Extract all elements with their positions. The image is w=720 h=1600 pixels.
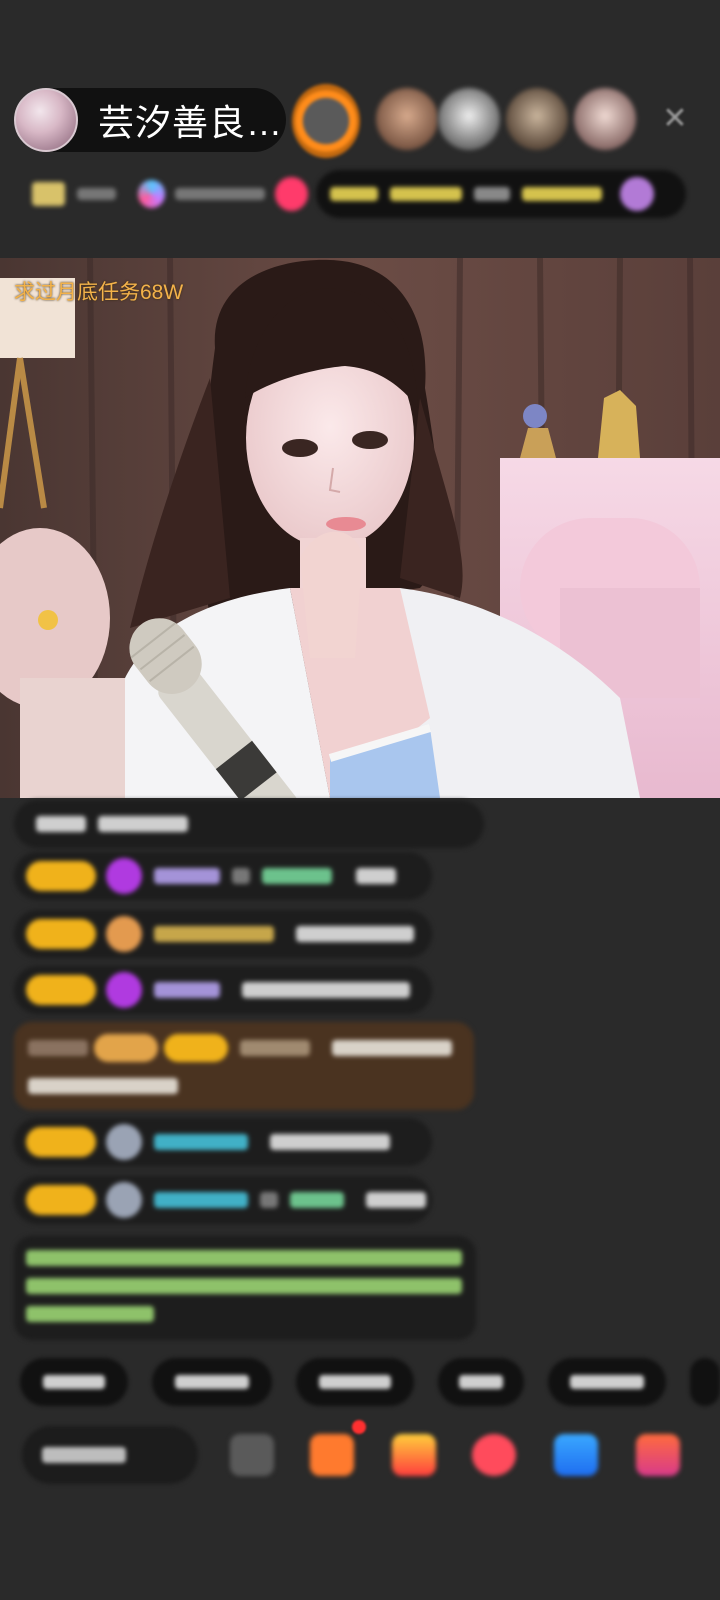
host-stats-row[interactable] xyxy=(18,170,309,218)
diamond-icon xyxy=(106,858,142,894)
quick-reply-chip[interactable] xyxy=(296,1358,414,1406)
quick-reply-chip[interactable] xyxy=(152,1358,272,1406)
fans-icon xyxy=(138,180,166,208)
host-avatar[interactable] xyxy=(14,88,78,152)
viewer-avatar-5[interactable] xyxy=(574,88,636,150)
system-notice xyxy=(14,1236,476,1340)
emoji-icon[interactable] xyxy=(230,1434,274,1476)
viewer-avatar-4[interactable] xyxy=(506,88,568,150)
viewer-avatar-3[interactable] xyxy=(438,88,500,150)
chat-message xyxy=(14,910,432,958)
live-video[interactable] xyxy=(0,258,720,798)
quick-reply-chip[interactable] xyxy=(690,1358,720,1406)
level-badge xyxy=(26,861,96,891)
user-icon xyxy=(106,1182,142,1218)
diamond-icon xyxy=(106,972,142,1008)
follow-icon[interactable] xyxy=(274,177,309,211)
heart-icon[interactable] xyxy=(472,1434,516,1476)
user-icon xyxy=(106,1124,142,1160)
treasure-icon[interactable] xyxy=(392,1434,436,1476)
banner-text-4 xyxy=(522,187,602,201)
chat-message xyxy=(14,852,432,900)
game-icon[interactable] xyxy=(554,1434,598,1476)
chat-message xyxy=(14,966,432,1014)
chat-message xyxy=(14,1176,432,1224)
quick-reply-chip[interactable] xyxy=(438,1358,524,1406)
quick-reply-chip[interactable] xyxy=(20,1358,128,1406)
gift-box-icon[interactable] xyxy=(310,1434,354,1476)
level-badge xyxy=(26,1127,96,1157)
video-frame xyxy=(0,258,720,798)
close-icon[interactable]: ✕ xyxy=(660,104,690,134)
host-info-pill[interactable]: 芸汐善良… xyxy=(14,88,286,152)
banner-text-1 xyxy=(330,187,378,201)
chat-message xyxy=(14,1118,432,1166)
medal-icon xyxy=(106,916,142,952)
viewer-avatar-1[interactable] xyxy=(292,84,360,158)
chat-message xyxy=(14,800,484,848)
level-badge xyxy=(26,975,96,1005)
fans-text xyxy=(175,188,265,200)
banner-text-2 xyxy=(390,187,462,201)
rank-text xyxy=(77,188,117,200)
chat-input[interactable] xyxy=(22,1426,198,1484)
viewer-avatar-2[interactable] xyxy=(376,88,438,150)
rank-icon xyxy=(32,182,66,206)
chat-message-highlight xyxy=(14,1022,474,1110)
level-badge xyxy=(26,1185,96,1215)
host-name[interactable]: 芸汐善良… xyxy=(98,94,283,146)
level-badge xyxy=(26,919,96,949)
activity-banner[interactable] xyxy=(316,170,686,218)
banner-icon xyxy=(620,177,654,211)
more-icon[interactable] xyxy=(636,1434,680,1476)
quick-reply-chip[interactable] xyxy=(548,1358,666,1406)
video-overlay-text: 求过月底任务68W xyxy=(14,281,184,304)
banner-text-3 xyxy=(474,187,510,201)
notification-dot xyxy=(352,1420,366,1434)
